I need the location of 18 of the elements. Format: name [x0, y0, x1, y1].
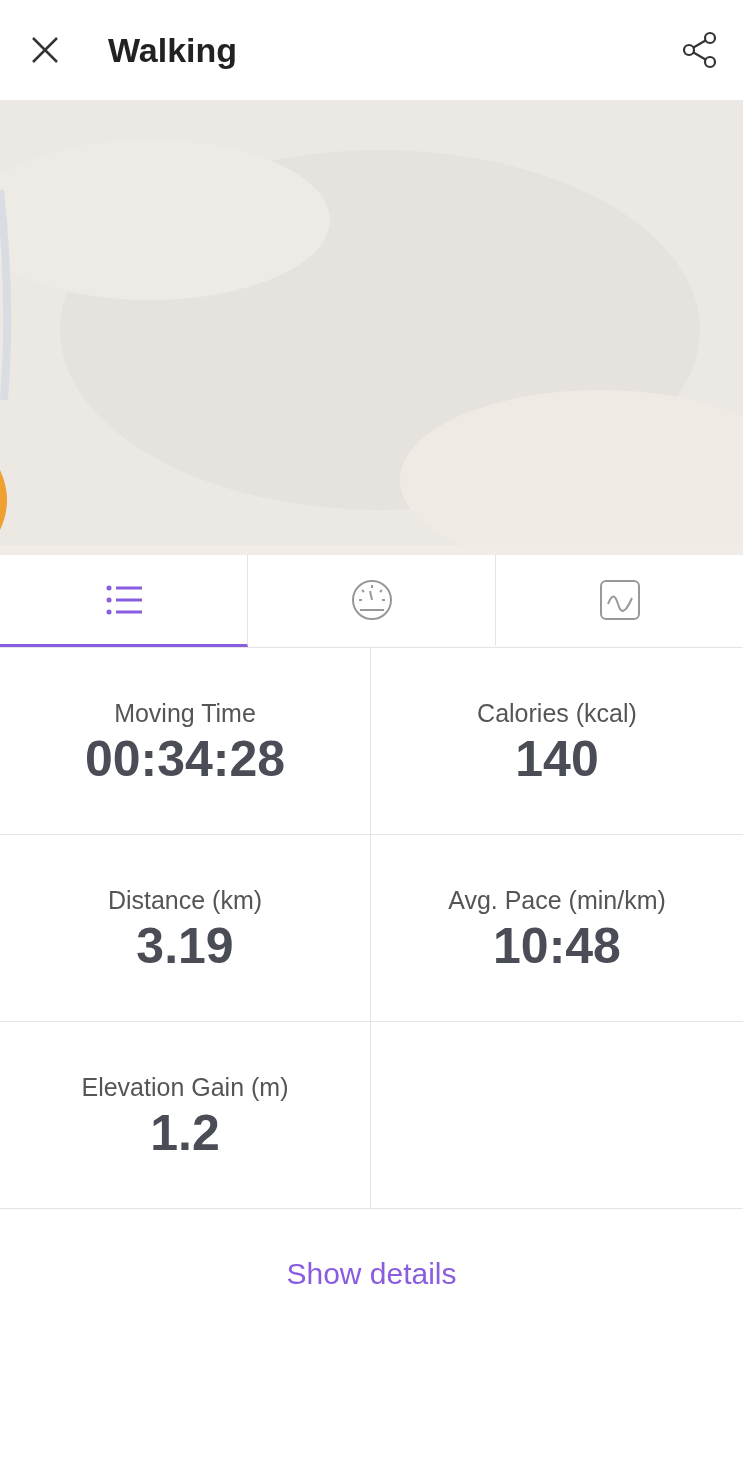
gauge-icon — [350, 578, 393, 621]
stat-label: Calories (kcal) — [477, 697, 637, 729]
share-icon[interactable] — [681, 31, 719, 69]
stat-value: 10:48 — [493, 919, 621, 975]
stat-value: 00:34:28 — [84, 732, 286, 788]
stat-value: 1.2 — [150, 1106, 220, 1162]
stat-value: 140 — [515, 732, 599, 788]
stat-label: Distance (km) — [107, 884, 263, 916]
list-icon — [105, 583, 142, 616]
screen-title: Walking — [108, 29, 238, 71]
show-details-link[interactable]: Show details — [286, 1257, 457, 1290]
tab[interactable] — [0, 555, 248, 647]
stat-label: Moving Time — [114, 697, 256, 729]
stat-label: Avg. Pace (min/km) — [448, 884, 666, 916]
chart-icon — [599, 579, 640, 620]
stat-value: 3.19 — [136, 919, 234, 975]
close-icon[interactable] — [32, 37, 58, 63]
stat-label: Elevation Gain (m) — [81, 1071, 289, 1103]
